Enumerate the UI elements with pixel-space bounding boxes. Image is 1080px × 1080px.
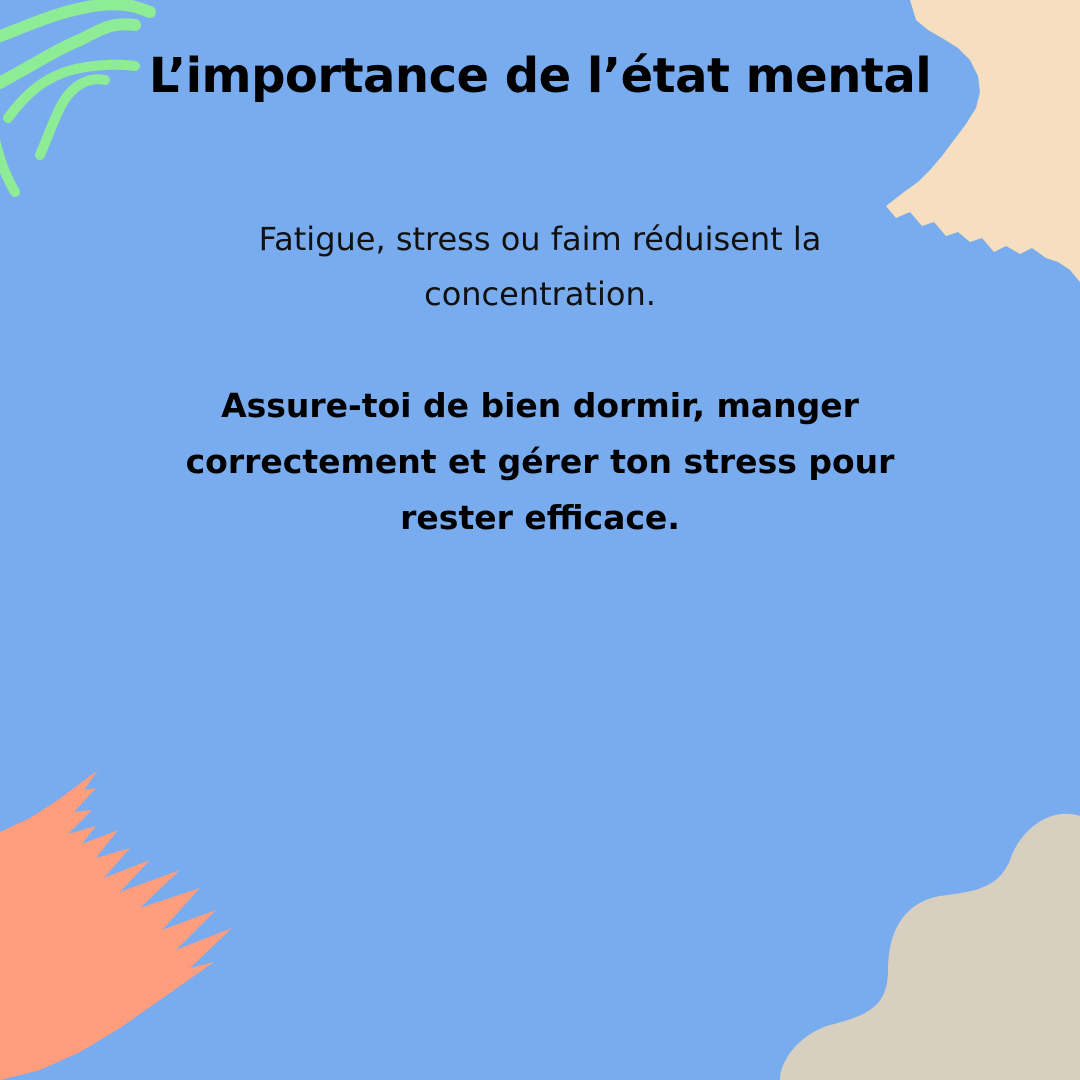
green-wavy-lines-decoration: [0, 0, 156, 197]
intro-paragraph: Fatigue, stress ou faim réduisent la con…: [258, 220, 822, 313]
beige-blob-decoration: [780, 813, 1080, 1080]
wavy-line-5: [0, 139, 20, 197]
salmon-brush-shape: [0, 770, 232, 1080]
beige-blob-shape: [780, 813, 1080, 1080]
slide-canvas: L’importance de l’état mental Fatigue, s…: [0, 0, 1080, 1080]
slide-title: L’importance de l’état mental: [148, 48, 932, 104]
advice-paragraph: Assure-toi de bien dormir, manger correc…: [185, 386, 895, 537]
salmon-brush-decoration: [0, 770, 232, 1080]
